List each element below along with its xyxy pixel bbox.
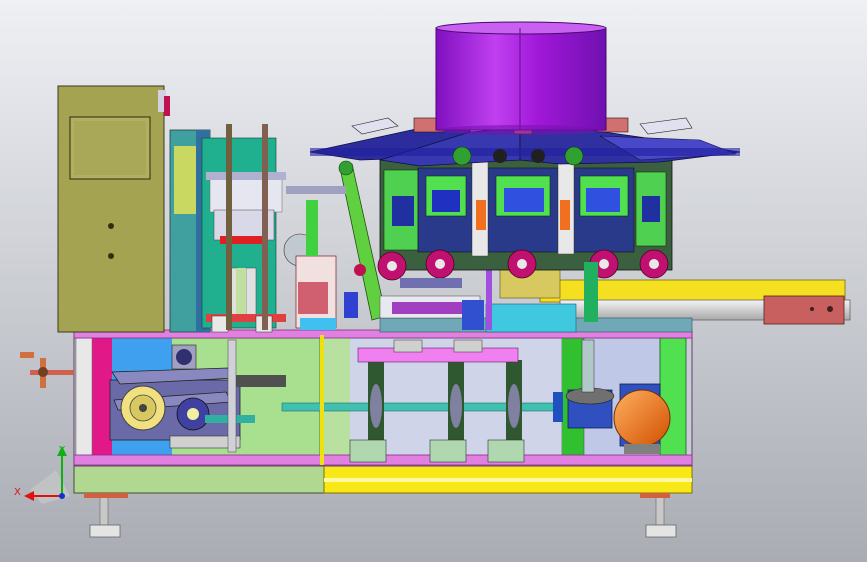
- capping-head-4: [573, 167, 635, 253]
- cad-viewport[interactable]: X Y: [0, 0, 867, 562]
- capping-head-3: [487, 167, 559, 253]
- cap-hopper-drum: [435, 21, 607, 135]
- base-frame: [73, 464, 693, 498]
- machine-assembly-drawing[interactable]: X Y: [0, 0, 867, 562]
- capping-head-5: [635, 171, 667, 247]
- triad-x-label: X: [14, 487, 21, 498]
- control-knob-2: [108, 253, 114, 259]
- control-box: [57, 85, 170, 333]
- capping-head-2: [417, 167, 473, 253]
- triad-z-axis: [59, 493, 65, 499]
- triad-y-label: Y: [58, 445, 66, 456]
- control-knob-1: [108, 223, 114, 229]
- capping-head-1: [383, 169, 419, 251]
